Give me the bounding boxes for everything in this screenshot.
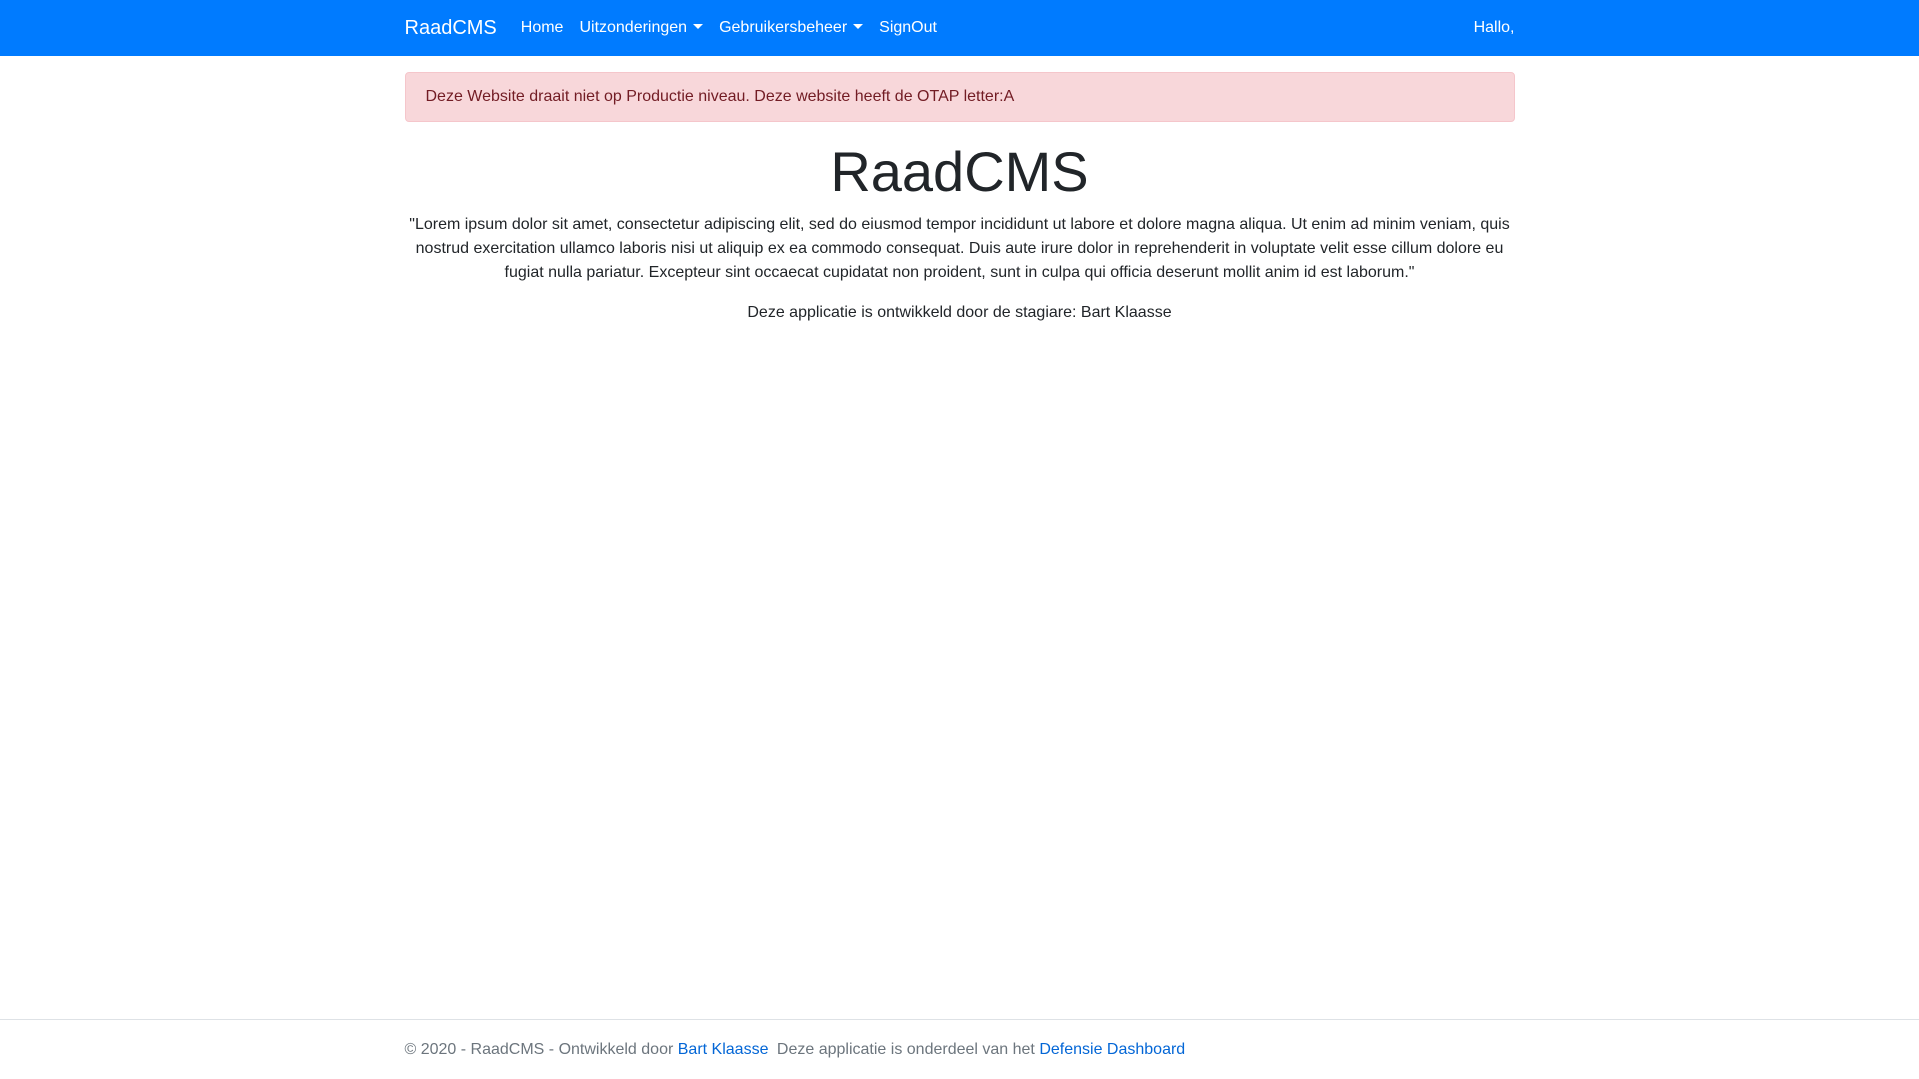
nav-menu: Home Uitzonderingen Gebruikersbeheer Sig… [513, 8, 1474, 48]
otap-warning-alert: Deze Website draait niet op Productie ni… [404, 72, 1515, 122]
footer-dashboard-link[interactable]: Defensie Dashboard [1039, 1041, 1185, 1058]
nav-item-home: Home [513, 8, 572, 48]
main-content: Deze Website draait niet op Productie ni… [404, 72, 1515, 325]
nav-dropdown-uitzonderingen[interactable]: Uitzonderingen [571, 8, 711, 48]
nav-link-signout[interactable]: SignOut [871, 8, 945, 48]
footer-middle-text: Deze applicatie is onderdeel van het [776, 1041, 1035, 1058]
nav-link-signout-label: SignOut [879, 19, 937, 36]
navbar-container: RaadCMS Home Uitzonderingen Gebruikersbe… [390, 0, 1530, 56]
footer-author-link[interactable]: Bart Klaasse [678, 1041, 769, 1058]
intro-text: "Lorem ipsum dolor sit amet, consectetur… [409, 216, 1510, 282]
caret-down-icon [693, 24, 704, 29]
navbar: RaadCMS Home Uitzonderingen Gebruikersbe… [0, 0, 1919, 56]
page-footer: © 2020 - RaadCMS - Ontwikkeld door Bart … [0, 1019, 1919, 1079]
top-navbar: RaadCMS Home Uitzonderingen Gebruikersbe… [0, 0, 1919, 56]
nav-dropdown-gebruikersbeheer-label: Gebruikersbeheer [719, 19, 848, 36]
caret-down-icon [853, 24, 864, 29]
nav-dropdown-uitzonderingen-label: Uitzonderingen [579, 19, 688, 36]
page-container: Deze Website draait niet op Productie ni… [390, 72, 1530, 325]
user-greeting: Hallo, [1473, 19, 1515, 36]
nav-item-gebruikersbeheer: Gebruikersbeheer [711, 8, 871, 48]
nav-item-signout: SignOut [871, 8, 945, 48]
credit-text: Deze applicatie is ontwikkeld door de st… [747, 304, 1172, 322]
copyright-text: © 2020 - RaadCMS - Ontwikkeld door [404, 1041, 674, 1058]
page-title: RaadCMS [830, 140, 1089, 203]
footer-container: © 2020 - RaadCMS - Ontwikkeld door Bart … [390, 1020, 1530, 1079]
nav-item-uitzonderingen: Uitzonderingen [571, 8, 711, 48]
hero-section: RaadCMS "Lorem ipsum dolor sit amet, con… [405, 138, 1515, 325]
nav-link-home-label: Home [520, 19, 564, 36]
nav-dropdown-gebruikersbeheer[interactable]: Gebruikersbeheer [711, 8, 871, 48]
nav-link-home[interactable]: Home [513, 8, 572, 48]
navbar-brand-link[interactable]: RaadCMS [405, 8, 497, 48]
